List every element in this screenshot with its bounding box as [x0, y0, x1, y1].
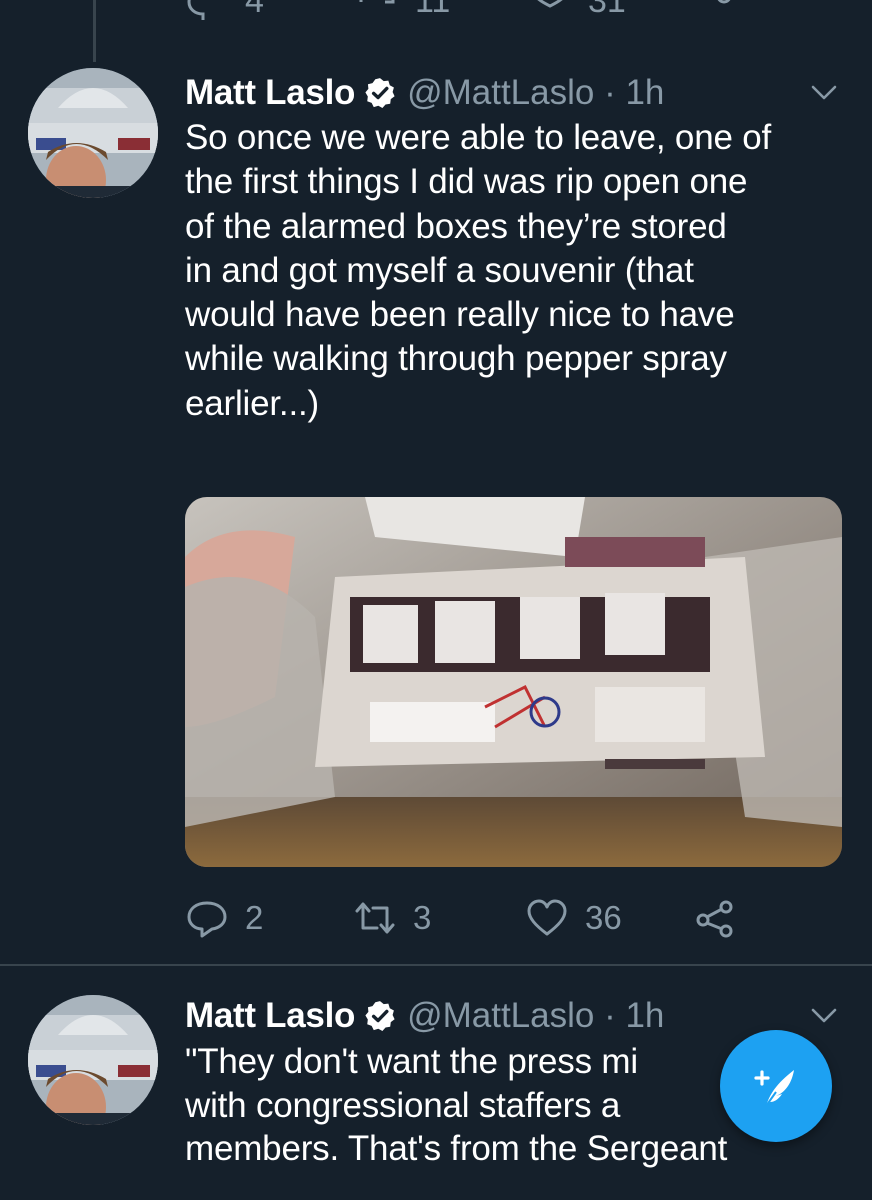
tweet-header: Matt Laslo @MattLaslo · 1h [185, 991, 664, 1041]
tweet-text: So once we were able to leave, one of th… [185, 118, 772, 423]
previous-tweet-actions: 4 11 31 [0, 0, 872, 21]
retweet-icon [355, 902, 395, 934]
retweet-count: 3 [413, 899, 432, 936]
display-name[interactable]: Matt Laslo [185, 996, 355, 1036]
retweet-icon [359, 0, 395, 3]
like-count: 31 [588, 0, 626, 20]
reply-count: 4 [245, 0, 264, 20]
retweet-button[interactable]: 11 [355, 0, 450, 21]
like-count: 36 [585, 899, 622, 936]
tweet-header: Matt Laslo @MattLaslo · 1h [185, 68, 664, 118]
retweet-count: 11 [415, 0, 451, 20]
reply-button[interactable]: 4 [185, 0, 264, 21]
heart-icon [527, 899, 567, 936]
retweet-button[interactable]: 3 [353, 893, 431, 943]
verified-badge-icon [365, 1001, 395, 1032]
share-icon [696, 900, 733, 938]
share-button[interactable] [693, 893, 737, 943]
handle-and-time[interactable]: @MattLaslo · 1h [407, 73, 664, 113]
tweet-actions: 2 3 36 [185, 893, 845, 943]
tweet-photo[interactable] [185, 497, 842, 867]
reply-button[interactable]: 2 [185, 893, 263, 943]
reply-count: 2 [245, 899, 264, 936]
like-button[interactable]: 36 [525, 893, 622, 943]
divider [0, 964, 872, 966]
thread-connector-line [93, 0, 96, 62]
avatar[interactable] [28, 995, 158, 1125]
reply-icon [187, 901, 227, 938]
compose-tweet-icon [754, 1070, 794, 1107]
share-button[interactable] [692, 0, 736, 18]
verified-badge-icon [365, 78, 395, 109]
reply-icon [187, 0, 205, 20]
chevron-down-icon[interactable] [806, 74, 842, 110]
display-name[interactable]: Matt Laslo [185, 73, 355, 113]
heart-icon [537, 0, 563, 8]
share-icon [717, 0, 731, 4]
chevron-down-icon[interactable] [806, 997, 842, 1033]
compose-tweet-button[interactable] [720, 1030, 832, 1142]
avatar[interactable] [28, 68, 158, 198]
like-button[interactable]: 31 [528, 0, 626, 21]
handle-and-time[interactable]: @MattLaslo · 1h [407, 996, 664, 1036]
